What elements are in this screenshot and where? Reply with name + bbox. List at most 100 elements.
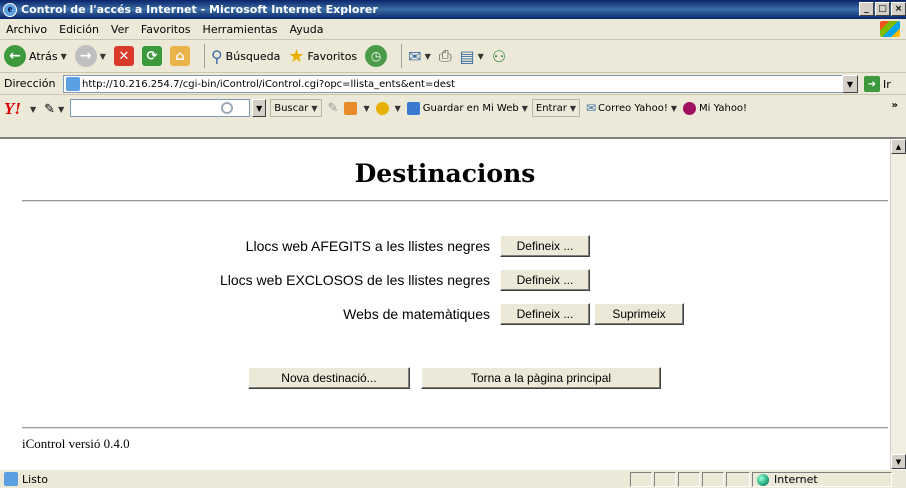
go-button[interactable]: ➜ Ir (864, 76, 891, 92)
standard-toolbar: ← Atrás ▼ → ▼ ✕ ⟳ ⌂ ⚲ Búsqueda ★ Favorit… (0, 40, 906, 73)
window-title-bar: e Control de l'accés a Internet - Micros… (0, 0, 906, 19)
envelope-icon: ✉ (585, 101, 597, 115)
menu-edicion[interactable]: Edición (59, 23, 99, 36)
address-dropdown-icon[interactable]: ▼ (842, 75, 858, 93)
history-icon[interactable]: ◷ (365, 45, 388, 67)
magnifier-icon (221, 102, 234, 114)
back-dropdown-icon[interactable]: ▼ (61, 52, 67, 61)
popup-dropdown-icon: ▼ (363, 103, 370, 113)
forward-arrow-icon: → (74, 45, 97, 67)
status-panel (702, 472, 724, 487)
status-page-icon (4, 472, 18, 486)
destination-row: Webs de matemàtiques Defineix ... Suprim… (0, 303, 890, 325)
yahoo-search-label: Buscar (274, 102, 309, 114)
mail-dropdown-icon[interactable]: ▼ (425, 52, 431, 61)
destination-row: Llocs web EXCLOSOS de les llistes negres… (0, 269, 890, 291)
destination-row: Llocs web AFEGITS a les llistes negres D… (0, 235, 890, 257)
menu-favoritos[interactable]: Favoritos (141, 23, 191, 36)
anti-spy-dropdown-icon: ▼ (394, 103, 401, 113)
enter-dropdown-icon: ▼ (569, 103, 576, 113)
yahoo-search-button[interactable]: Buscar ▼ (270, 99, 322, 117)
window-title: Control de l'accés a Internet - Microsof… (21, 3, 378, 16)
mail-button[interactable]: ✉ ▼ (408, 47, 431, 66)
menu-ayuda[interactable]: Ayuda (289, 23, 323, 36)
scroll-up-icon[interactable]: ▲ (891, 139, 906, 154)
go-arrow-icon: ➜ (864, 76, 880, 92)
minimize-button[interactable]: _ (859, 2, 874, 16)
status-bar: Listo Internet (0, 469, 906, 488)
my-yahoo-icon (683, 101, 697, 115)
my-yahoo-label: Mi Yahoo! (699, 102, 748, 114)
maximize-button[interactable]: □ (875, 2, 890, 16)
save-my-web-button[interactable]: Guardar en Mi Web ▼ (406, 99, 528, 117)
popup-blocker-button[interactable]: ▼ (344, 99, 370, 117)
my-yahoo-button[interactable]: Mi Yahoo! (683, 99, 747, 117)
address-url: http://10.216.254.7/cgi-bin/iControl/iCo… (82, 78, 455, 90)
go-label: Ir (883, 77, 891, 91)
refresh-icon[interactable]: ⟳ (141, 46, 162, 66)
yahoo-toolbar: Y! ▼ ✎ ▼ ▼ Buscar ▼ ✎ ▼ ▼ Guardar en Mi … (0, 95, 906, 139)
scroll-down-icon[interactable]: ▼ (891, 454, 906, 469)
define-button[interactable]: Defineix ... (500, 235, 590, 257)
address-input[interactable]: http://10.216.254.7/cgi-bin/iControl/iCo… (63, 75, 843, 93)
ie-logo-icon: e (3, 2, 17, 17)
back-button[interactable]: ← Atrás ▼ (4, 45, 67, 67)
print-icon[interactable]: ⎙ (439, 46, 452, 66)
menu-bar: Archivo Edición Ver Favoritos Herramient… (0, 19, 906, 40)
menu-archivo[interactable]: Archivo (6, 23, 47, 36)
address-bar: Dirección http://10.216.254.7/cgi-bin/iC… (0, 73, 906, 95)
back-to-main-button[interactable]: Torna a la pàgina principal (421, 367, 661, 389)
define-button[interactable]: Defineix ... (500, 303, 590, 325)
highlight-button[interactable]: ✎ (328, 99, 339, 117)
globe-icon (757, 473, 769, 486)
destination-label: Llocs web AFEGITS a les llistes negres (245, 238, 490, 254)
edit-dropdown-icon[interactable]: ▼ (478, 52, 484, 61)
status-panel (630, 472, 652, 487)
pencil-icon[interactable]: ✎ (44, 102, 55, 117)
yahoo-menu-dropdown-icon[interactable]: ▼ (30, 105, 36, 114)
home-icon[interactable]: ⌂ (169, 46, 190, 66)
yahoo-logo[interactable]: Y! (4, 99, 21, 119)
menu-ver[interactable]: Ver (111, 23, 129, 36)
status-panel (726, 472, 750, 487)
status-text: Listo (22, 472, 48, 486)
yahoo-search-input[interactable] (70, 99, 251, 117)
delete-button[interactable]: Suprimeix (594, 303, 684, 325)
menu-herramientas[interactable]: Herramientas (203, 23, 278, 36)
enter-button[interactable]: Entrar ▼ (531, 99, 580, 117)
favorites-button[interactable]: ★ Favoritos (288, 46, 357, 67)
save-icon (406, 101, 420, 115)
status-panel (654, 472, 676, 487)
destination-label: Llocs web EXCLOSOS de les llistes negres (219, 272, 490, 288)
vertical-scrollbar[interactable]: ▲ ▼ (890, 139, 906, 469)
yahoo-search-dropdown-icon[interactable]: ▼ (252, 99, 267, 117)
divider (22, 200, 888, 202)
search-button[interactable]: ⚲ Búsqueda (211, 47, 280, 66)
mail-icon: ✉ (408, 46, 422, 66)
yahoo-mail-button[interactable]: ✉ Correo Yahoo! ▼ (586, 99, 677, 117)
window-controls: _ □ × (859, 2, 906, 16)
chevron-right-icon[interactable]: » (892, 100, 898, 111)
search-label: Búsqueda (225, 49, 281, 63)
yahoo-mail-label: Correo Yahoo! (598, 102, 668, 114)
define-button[interactable]: Defineix ... (500, 269, 590, 291)
forward-button[interactable]: → ▼ (74, 45, 106, 67)
edit-button[interactable]: ▤ ▼ (460, 47, 484, 66)
toolbar-separator (401, 44, 403, 68)
forward-dropdown-icon[interactable]: ▼ (100, 52, 106, 61)
zone-label: Internet (774, 473, 818, 486)
address-label: Dirección (4, 77, 56, 90)
new-destination-button[interactable]: Nova destinació... (248, 367, 410, 389)
toolbar-separator (203, 44, 205, 68)
divider (22, 427, 888, 429)
search-icon: ⚲ (210, 46, 223, 66)
highlighter-icon: ✎ (327, 100, 339, 116)
anti-spy-button[interactable]: ▼ (375, 99, 401, 117)
save-my-web-label: Guardar en Mi Web (422, 102, 519, 114)
yahoo-search-options-icon: ▼ (311, 103, 318, 113)
pencil-dropdown-icon[interactable]: ▼ (58, 105, 64, 114)
close-button[interactable]: × (891, 2, 906, 16)
stop-icon[interactable]: ✕ (113, 46, 134, 66)
messenger-icon[interactable]: ⚇ (492, 47, 506, 66)
favorites-label: Favoritos (307, 49, 358, 63)
